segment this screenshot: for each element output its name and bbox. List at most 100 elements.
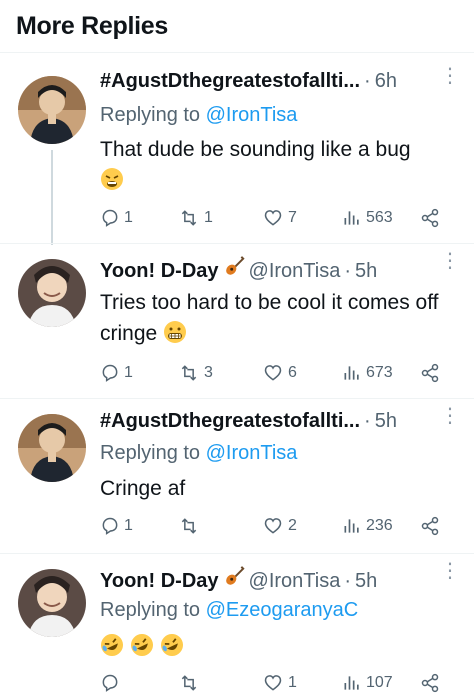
tweet[interactable]: #AgustDthegreatestofallti... · 6h ⋮ Repl…	[0, 66, 474, 240]
timestamp[interactable]: 5h	[375, 410, 397, 433]
display-name[interactable]: Yoon! D-Day	[100, 260, 219, 283]
avatar[interactable]	[18, 259, 86, 327]
tweet-actions: 1 1 7 563	[100, 208, 450, 232]
replying-to-label: Replying to	[100, 442, 201, 464]
mention-link[interactable]: @IronTisa	[206, 442, 298, 464]
like-button[interactable]: 7	[262, 208, 297, 228]
like-count: 2	[288, 517, 297, 534]
views-icon	[344, 676, 359, 690]
views-button[interactable]: 236	[342, 516, 393, 536]
tweet-header: #AgustDthegreatestofallti... · 6h	[100, 70, 440, 98]
view-count: 107	[366, 674, 393, 691]
reply-icon	[102, 364, 118, 382]
separator-dot: ·	[364, 410, 371, 432]
timestamp[interactable]: 6h	[375, 70, 397, 93]
retweet-button[interactable]: 1	[178, 208, 213, 228]
mention-link[interactable]: @EzeogaranyaC	[206, 599, 359, 621]
views-icon	[344, 211, 359, 225]
tweet[interactable]: #AgustDthegreatestofallti... · 5h ⋮ Repl…	[0, 406, 474, 550]
rofl-emoji	[100, 633, 124, 666]
like-count: 6	[288, 364, 297, 381]
more-options-icon[interactable]: ⋮	[440, 66, 460, 96]
heart-icon	[264, 518, 282, 534]
retweet-icon	[181, 518, 197, 534]
separator-dot: ·	[364, 70, 371, 92]
display-name[interactable]: #AgustDthegreatestofallti...	[100, 410, 360, 433]
retweet-count: 1	[204, 209, 213, 226]
avatar[interactable]	[18, 569, 86, 637]
like-button[interactable]: 1	[262, 673, 297, 693]
reply-icon	[102, 209, 118, 227]
retweet-button[interactable]	[178, 516, 204, 536]
views-button[interactable]: 673	[342, 363, 393, 383]
share-icon	[421, 673, 439, 693]
reply-count: 1	[124, 364, 133, 381]
tweet-header: #AgustDthegreatestofallti... · 5h	[100, 410, 440, 438]
replying-to-label: Replying to	[100, 599, 201, 621]
replying-to: Replying to @IronTisa	[100, 104, 297, 127]
share-icon	[421, 208, 439, 228]
like-button[interactable]: 2	[262, 516, 297, 536]
avatar[interactable]	[18, 76, 86, 144]
timestamp[interactable]: 5h	[355, 570, 377, 593]
reply-button[interactable]: 1	[100, 516, 133, 536]
tweet-body: Tries too hard to be cool it comes off c…	[100, 291, 439, 345]
view-count: 673	[366, 364, 393, 381]
avatar[interactable]	[18, 414, 86, 482]
share-button[interactable]	[420, 363, 440, 383]
divider	[0, 52, 474, 53]
heart-icon	[264, 675, 282, 691]
more-options-icon[interactable]: ⋮	[440, 561, 460, 591]
retweet-icon	[181, 365, 197, 381]
tweet-actions: 1 107	[100, 673, 450, 697]
views-button[interactable]: 563	[342, 208, 393, 228]
reply-icon	[102, 674, 118, 692]
like-button[interactable]: 6	[262, 363, 297, 383]
guitar-emoji	[223, 255, 245, 283]
more-options-icon[interactable]: ⋮	[440, 251, 460, 281]
views-button[interactable]: 107	[342, 673, 393, 693]
retweet-icon	[181, 210, 197, 226]
share-button[interactable]	[420, 208, 440, 228]
tweet[interactable]: Yoon! D-Day @IronTisa · 5h ⋮ Replying to…	[0, 561, 474, 693]
user-handle[interactable]: @IronTisa	[249, 260, 341, 283]
tweet-actions: 1 3 6 673	[100, 363, 450, 387]
more-options-icon[interactable]: ⋮	[440, 406, 460, 436]
replying-to: Replying to @IronTisa	[100, 442, 297, 465]
share-button[interactable]	[420, 673, 440, 693]
reply-button[interactable]: 1	[100, 208, 133, 228]
reply-count: 1	[124, 209, 133, 226]
reply-button[interactable]: 1	[100, 363, 133, 383]
views-icon	[344, 366, 359, 380]
tweet-text: That dude be sounding like a bug	[100, 134, 450, 200]
view-count: 563	[366, 209, 393, 226]
reply-button[interactable]	[100, 673, 124, 693]
mention-link[interactable]: @IronTisa	[206, 104, 298, 126]
user-handle[interactable]: @IronTisa	[249, 570, 341, 593]
tweet[interactable]: Yoon! D-Day @IronTisa · 5h ⋮ Tries too h…	[0, 251, 474, 395]
share-icon	[421, 516, 439, 536]
like-count: 1	[288, 674, 297, 691]
retweet-button[interactable]	[178, 673, 204, 693]
share-button[interactable]	[420, 516, 440, 536]
like-count: 7	[288, 209, 297, 226]
tweet-text: Tries too hard to be cool it comes off c…	[100, 287, 450, 353]
display-name[interactable]: Yoon! D-Day	[100, 570, 219, 593]
timestamp[interactable]: 5h	[355, 260, 377, 283]
retweet-count: 3	[204, 364, 213, 381]
separator-dot: ·	[344, 260, 351, 282]
tweet-text: Cringe af	[100, 473, 450, 504]
divider	[0, 243, 474, 244]
retweet-button[interactable]: 3	[178, 363, 213, 383]
tweet-header: Yoon! D-Day @IronTisa · 5h	[100, 255, 440, 283]
share-icon	[421, 363, 439, 383]
rofl-emoji	[160, 633, 184, 666]
view-count: 236	[366, 517, 393, 534]
rofl-emoji	[130, 633, 154, 666]
separator-dot: ·	[344, 570, 351, 592]
tweet-header: Yoon! D-Day @IronTisa · 5h	[100, 565, 440, 593]
reply-count: 1	[124, 517, 133, 534]
heart-icon	[264, 365, 282, 381]
replying-to: Replying to @EzeogaranyaC	[100, 599, 358, 622]
display-name[interactable]: #AgustDthegreatestofallti...	[100, 70, 360, 93]
